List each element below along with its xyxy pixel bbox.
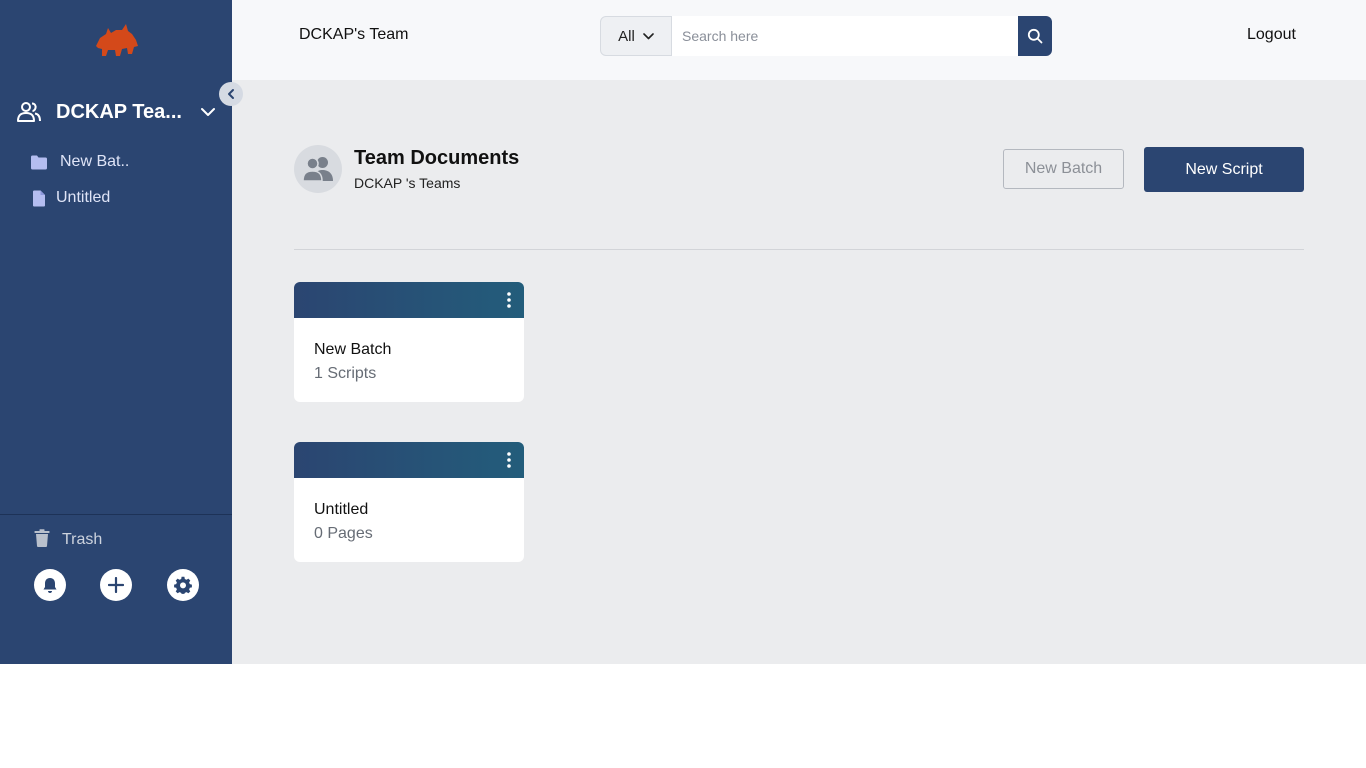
top-header: DCKAP's Team All Logout [232,0,1366,80]
app-window: DCKAP Tea... New Bat.. Untitled Trash DC… [0,0,1366,664]
notifications-button[interactable] [34,569,66,601]
header-title: DCKAP's Team [299,26,409,43]
more-options-icon[interactable] [502,290,516,310]
card-header [294,442,524,478]
page-subtitle: DCKAP 's Teams [354,175,461,191]
card-count: 0 Pages [314,525,373,542]
card-header [294,282,524,318]
document-card[interactable]: Untitled 0 Pages [294,442,524,562]
document-icon [30,189,48,207]
card-count: 1 Scripts [314,365,377,382]
content-divider [294,249,1304,250]
sidebar-item-new-batch[interactable]: New Bat.. [30,149,129,175]
sidebar-item-untitled[interactable]: Untitled [30,185,110,211]
add-button[interactable] [100,569,132,601]
team-selector[interactable]: DCKAP Tea... [16,96,222,128]
search-filter-select[interactable]: All [600,16,672,56]
sidebar-divider [0,514,232,515]
settings-button[interactable] [167,569,199,601]
page-title: Team Documents [354,147,520,169]
collapse-sidebar-button[interactable] [219,82,243,106]
gear-icon [174,576,192,594]
sidebar-item-label: New Bat.. [60,153,130,170]
team-name: DCKAP Tea... [56,100,182,123]
trash-link[interactable]: Trash [34,527,102,553]
new-script-button[interactable]: New Script [1144,147,1304,192]
sidebar: DCKAP Tea... New Bat.. Untitled Trash [0,0,243,664]
document-card[interactable]: New Batch 1 Scripts [294,282,524,402]
plus-icon [108,577,124,593]
search-input[interactable] [672,16,1018,56]
search-icon [1027,28,1043,44]
users-icon [16,99,42,125]
search-filter-value: All [618,27,635,45]
search-button[interactable] [1018,16,1052,56]
users-icon [302,157,333,182]
more-options-icon[interactable] [502,450,516,470]
folder-icon [30,153,48,171]
trash-icon [34,528,50,552]
new-batch-button[interactable]: New Batch [1003,149,1124,189]
rhino-logo[interactable] [92,20,140,60]
main-content: Team Documents DCKAP 's Teams New Batch … [232,80,1366,664]
search-bar: All [600,16,1052,56]
bell-icon [43,577,57,593]
chevron-left-icon [228,89,234,99]
chevron-down-icon [643,32,654,39]
card-title: New Batch [314,341,392,358]
logout-link[interactable]: Logout [1247,26,1296,44]
chevron-down-icon[interactable] [198,102,218,122]
team-avatar [294,145,342,193]
trash-label: Trash [62,531,103,548]
sidebar-item-label: Untitled [56,189,111,206]
card-title: Untitled [314,501,369,518]
